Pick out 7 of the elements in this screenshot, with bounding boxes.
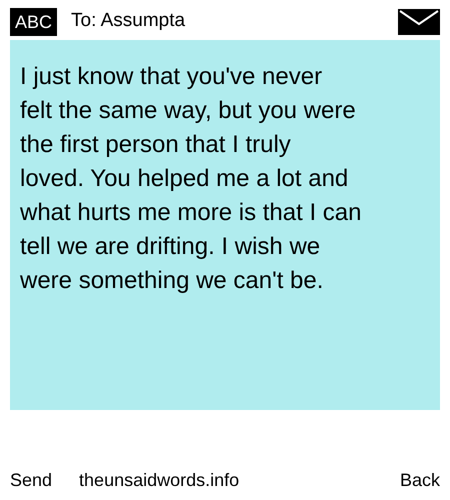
- back-button[interactable]: Back: [400, 467, 440, 494]
- site-link[interactable]: theunsaidwords.info: [79, 467, 240, 494]
- envelope-icon[interactable]: [398, 9, 440, 35]
- abc-label: ABC: [10, 8, 58, 36]
- recipient-label: To: Assumpta: [71, 8, 186, 33]
- send-button[interactable]: Send: [10, 467, 52, 494]
- message-text: I just know that you've never felt the same way, but you were the first person that I truly loved. You helped me a lot and what hurts me more is that I can tell we are drifting. I wish we were something we can't be.: [20, 62, 362, 296]
